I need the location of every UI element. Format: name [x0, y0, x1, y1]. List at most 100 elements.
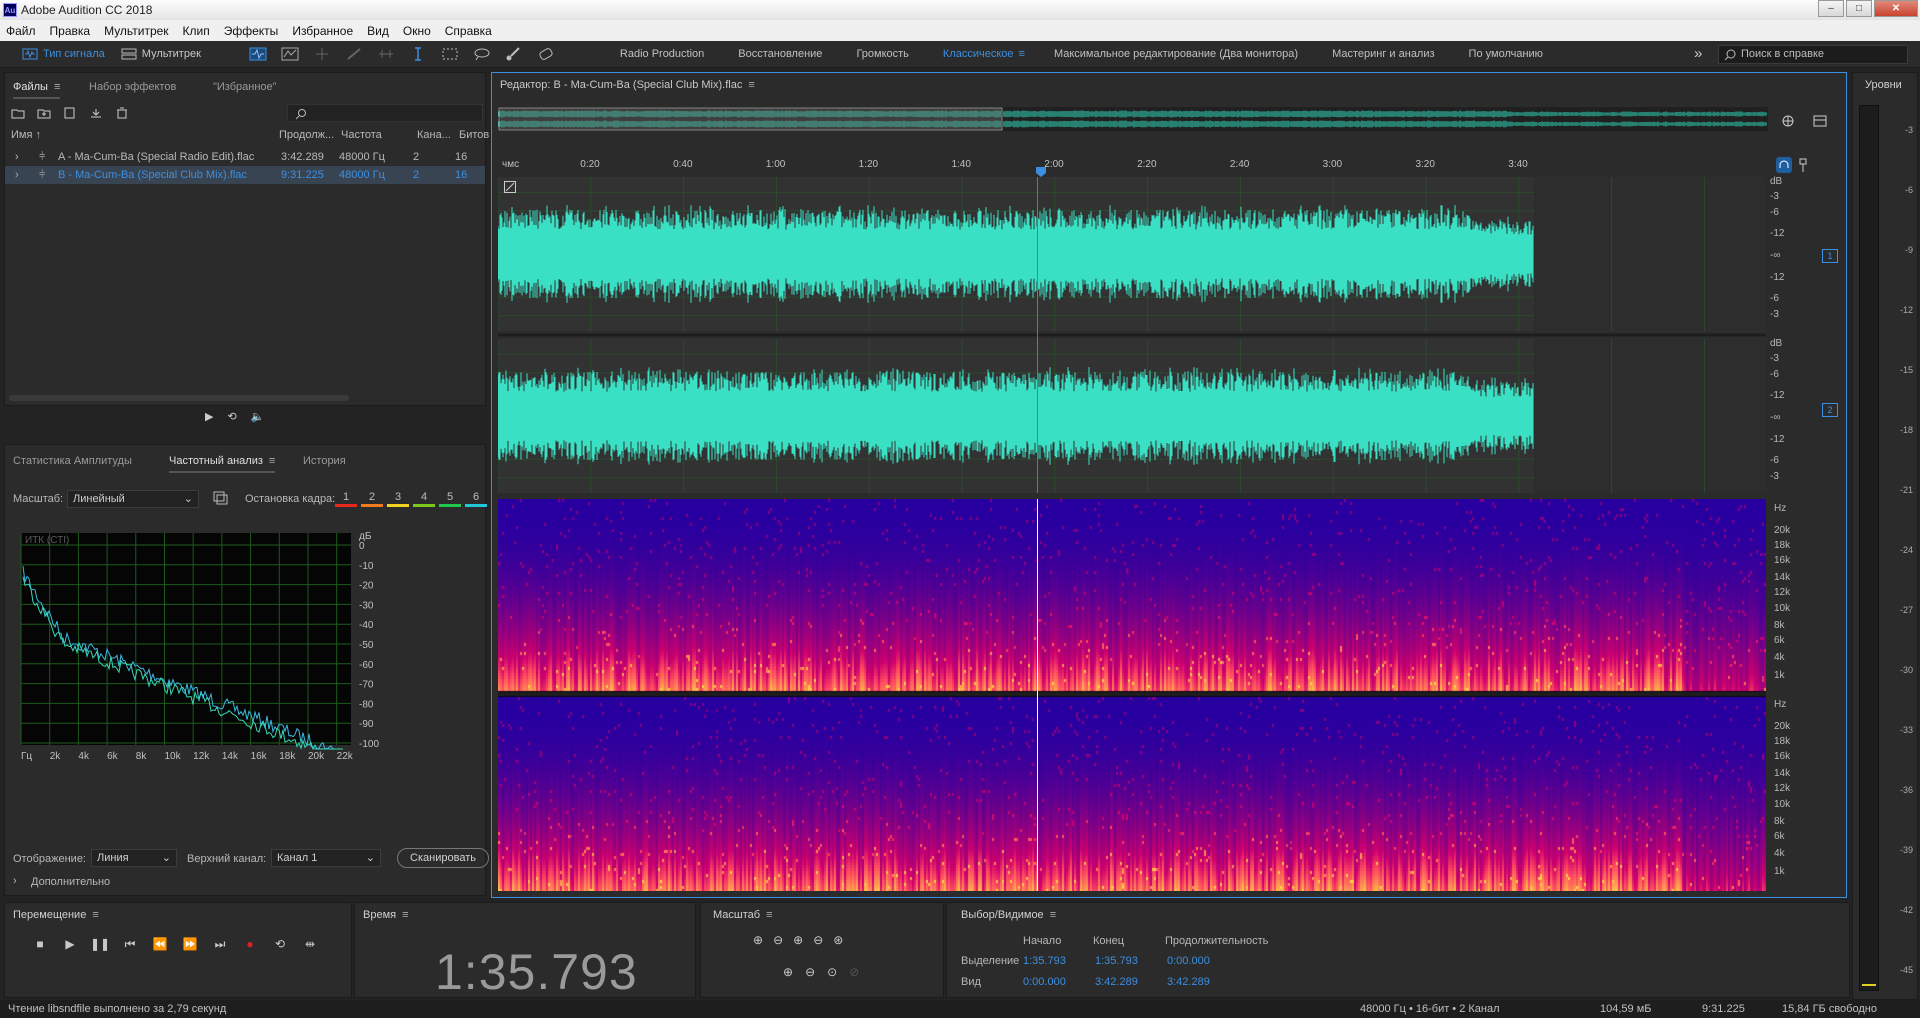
- tab-files[interactable]: Файлы ≡: [13, 73, 61, 101]
- close-button[interactable]: ✕: [1874, 0, 1918, 17]
- razor-tool-icon[interactable]: [345, 47, 363, 61]
- headphone-icon[interactable]: [1776, 157, 1792, 173]
- col-duration[interactable]: Продолж...: [279, 129, 334, 141]
- menu-multitrack[interactable]: Мультитрек: [104, 24, 168, 38]
- zoom-reset-icon[interactable]: ⊘: [849, 965, 859, 979]
- file-filter-input[interactable]: [287, 104, 483, 122]
- expand-icon[interactable]: ›: [15, 166, 19, 184]
- loop-playback-button[interactable]: ⟲: [269, 933, 291, 955]
- brush-tool-icon[interactable]: [505, 47, 523, 61]
- insert-icon[interactable]: [89, 107, 103, 119]
- go-to-end-button[interactable]: ⏭: [209, 933, 231, 955]
- open-folder-icon[interactable]: [11, 107, 25, 119]
- scan-button[interactable]: Сканировать: [397, 848, 489, 868]
- workspace-radio-production[interactable]: Radio Production: [603, 48, 721, 60]
- col-name[interactable]: Имя ↑: [11, 129, 41, 141]
- copy-graph-icon[interactable]: [213, 491, 229, 505]
- scale-dropdown[interactable]: Линейный ⌄: [67, 490, 199, 508]
- lasso-tool-icon[interactable]: [473, 47, 491, 61]
- hud-toggle-icon[interactable]: [504, 181, 516, 193]
- go-to-start-button[interactable]: ⏮: [119, 933, 141, 955]
- menu-edit[interactable]: Правка: [50, 24, 91, 38]
- play-preview-icon[interactable]: ▶: [205, 410, 213, 423]
- zoom-in-amplitude-icon[interactable]: ⊕: [753, 933, 763, 947]
- tab-frequency-analysis[interactable]: Частотный анализ ≡: [169, 447, 276, 475]
- file-row[interactable]: › ⫩ A - Ma-Cum-Ba (Special Radio Edit).f…: [5, 148, 485, 166]
- loop-preview-icon[interactable]: ⟲: [227, 410, 236, 423]
- spot-healing-icon[interactable]: [537, 47, 555, 61]
- menu-clip[interactable]: Клип: [183, 24, 210, 38]
- current-time-display[interactable]: 1:35.793: [435, 943, 638, 1001]
- display-dropdown[interactable]: Линия ⌄: [91, 849, 177, 867]
- file-row-selected[interactable]: › ⫩ B - Ma-Cum-Ba (Special Club Mix).fla…: [5, 166, 485, 184]
- autoplay-icon[interactable]: 🔈: [251, 410, 265, 423]
- menu-help[interactable]: Справка: [445, 24, 492, 38]
- menu-view[interactable]: Вид: [367, 24, 389, 38]
- delete-icon[interactable]: [115, 107, 129, 119]
- view-duration-value[interactable]: 3:42.289: [1167, 976, 1210, 988]
- maximize-button[interactable]: □: [1846, 0, 1872, 17]
- workspace-classic[interactable]: Классическое: [926, 48, 1031, 60]
- multitrack-view-button[interactable]: Мультитрек: [113, 44, 209, 65]
- freeze-slot-6[interactable]: 6: [465, 489, 487, 507]
- tab-effects-rack[interactable]: Набор эффектов: [89, 73, 176, 101]
- record-button[interactable]: ●: [239, 933, 261, 955]
- move-tool-icon[interactable]: [313, 47, 331, 61]
- pause-button[interactable]: ❚❚: [89, 933, 111, 955]
- stop-button[interactable]: ■: [29, 933, 51, 955]
- freeze-slot-1[interactable]: 1: [335, 489, 357, 507]
- view-end-value[interactable]: 3:42.289: [1095, 976, 1138, 988]
- zoom-tool-icon[interactable]: [1780, 113, 1798, 129]
- skip-selection-button[interactable]: ⇹: [299, 933, 321, 955]
- advanced-toggle-icon[interactable]: ›: [13, 875, 17, 887]
- channel-1-badge[interactable]: 1: [1822, 249, 1838, 263]
- time-selection-tool-icon[interactable]: [409, 47, 427, 61]
- tab-favorites[interactable]: "Избранное": [213, 73, 277, 101]
- slip-tool-icon[interactable]: [377, 47, 395, 61]
- selection-duration-value[interactable]: 0:00.000: [1167, 955, 1210, 967]
- import-icon[interactable]: [37, 107, 51, 119]
- fast-forward-button[interactable]: ⏩: [179, 933, 201, 955]
- marquee-tool-icon[interactable]: [441, 47, 459, 61]
- new-file-icon[interactable]: [63, 107, 77, 119]
- advanced-label[interactable]: Дополнительно: [31, 876, 110, 888]
- menu-favorites[interactable]: Избранное: [292, 24, 353, 38]
- selection-start-value[interactable]: 1:35.793: [1023, 955, 1066, 967]
- play-button[interactable]: ▶: [59, 933, 81, 955]
- zoom-out-full-icon[interactable]: ⊖: [813, 933, 823, 947]
- minimize-button[interactable]: ‒: [1818, 0, 1844, 17]
- waveform-view-button[interactable]: Тип сигнала: [14, 44, 113, 65]
- selection-end-value[interactable]: 1:35.793: [1095, 955, 1138, 967]
- menu-effects[interactable]: Эффекты: [224, 24, 279, 38]
- pin-icon[interactable]: [1796, 157, 1810, 173]
- zoom-in-point-icon[interactable]: ⊛: [833, 933, 843, 947]
- time-ruler[interactable]: чмс 0:20 0:40 1:00 1:20 1:40 2:00 2:20 2:40 3:00…: [498, 155, 1818, 173]
- workspace-restoration[interactable]: Восстановление: [721, 48, 839, 60]
- spectral-display-icon[interactable]: [281, 47, 299, 61]
- waveform-display-icon[interactable]: [249, 47, 267, 61]
- col-bits[interactable]: Битов: [459, 129, 489, 141]
- tab-amplitude-statistics[interactable]: Статистика Амплитуды: [13, 447, 132, 475]
- zoom-fit-icon[interactable]: ⊙: [827, 965, 837, 979]
- workspace-loudness[interactable]: Громкость: [839, 48, 925, 60]
- channel-2-badge[interactable]: 2: [1822, 403, 1838, 417]
- zoom-out-amplitude-icon[interactable]: ⊖: [773, 933, 783, 947]
- rewind-button[interactable]: ⏪: [149, 933, 171, 955]
- tab-history[interactable]: История: [303, 447, 346, 475]
- zoom-in-time-icon[interactable]: ⊕: [793, 933, 803, 947]
- top-channel-dropdown[interactable]: Канал 1 ⌄: [271, 849, 381, 867]
- menu-file[interactable]: Файл: [6, 24, 36, 38]
- overview-navigator[interactable]: [497, 107, 1768, 131]
- workspace-menu-icon[interactable]: ≡: [1019, 48, 1025, 60]
- zoom-out-selection-icon[interactable]: ⊖: [805, 965, 815, 979]
- freeze-slot-3[interactable]: 3: [387, 489, 409, 507]
- freeze-slot-4[interactable]: 4: [413, 489, 435, 507]
- zoom-selection-icon[interactable]: ⊕: [783, 965, 793, 979]
- expand-icon[interactable]: ›: [15, 148, 19, 166]
- help-search-input[interactable]: Поиск в справке: [1718, 45, 1908, 64]
- view-start-value[interactable]: 0:00.000: [1023, 976, 1066, 988]
- menu-window[interactable]: Окно: [403, 24, 431, 38]
- workspace-mastering[interactable]: Мастеринг и анализ: [1315, 48, 1451, 60]
- spectral-display[interactable]: [498, 499, 1766, 891]
- files-scrollbar[interactable]: [9, 395, 349, 401]
